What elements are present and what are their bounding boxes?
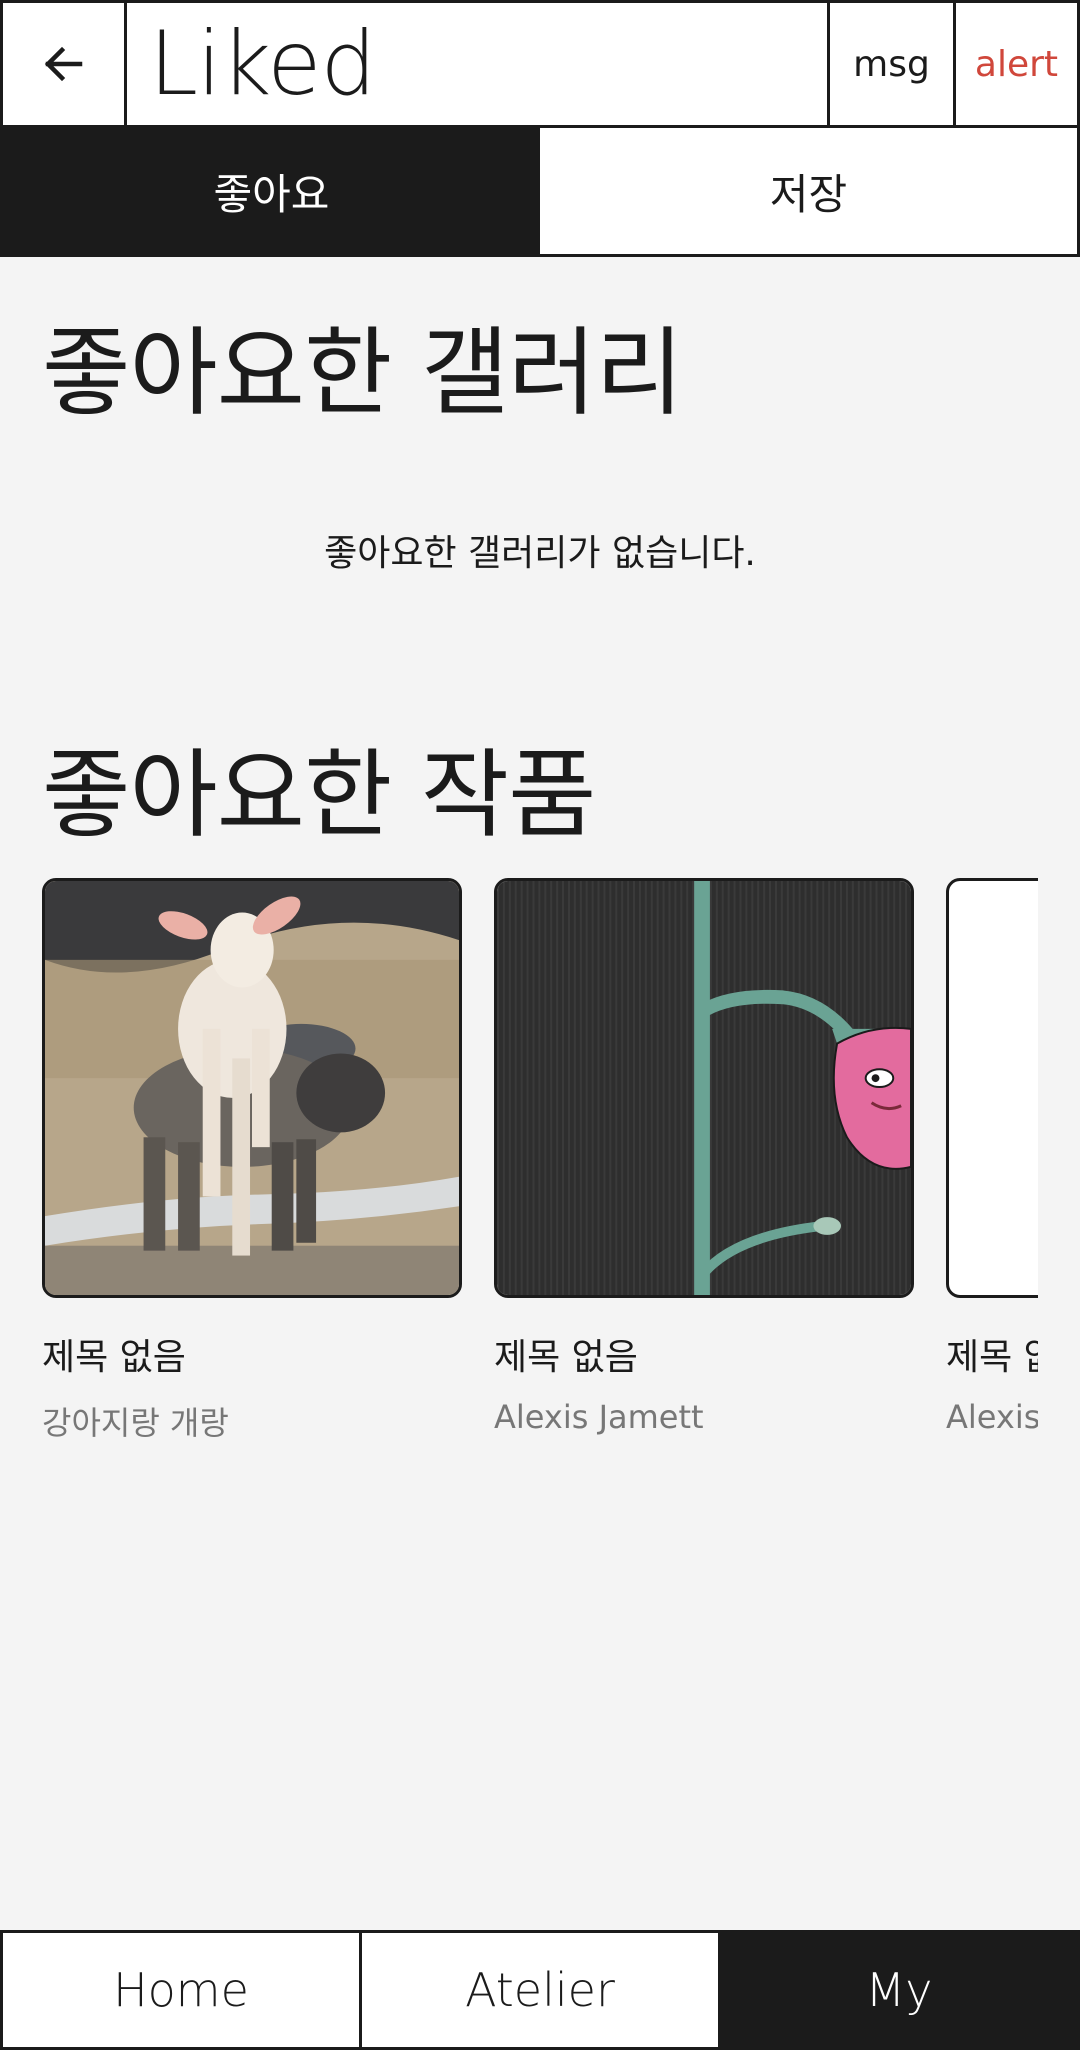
artwork-title: 제목 없음 <box>494 1337 638 1378</box>
artwork-thumbnail-blank[interactable] <box>946 878 1038 1298</box>
back-button[interactable] <box>3 3 127 125</box>
tab-bar: 좋아요 저장 <box>0 125 1080 257</box>
artwork-title: 제목 없음 <box>946 1337 1038 1378</box>
artwork-thumbnail-flower[interactable] <box>494 878 914 1298</box>
page-title-box: Liked <box>127 3 830 125</box>
artwork-author: 강아지랑 개랑 <box>42 1404 229 1438</box>
top-bar: Liked msg alert <box>0 0 1080 128</box>
alerts-button[interactable]: alert <box>956 3 1077 125</box>
artwork-carousel[interactable]: 제목 없음 강아지랑 개랑 제목 없음 Alexis Jamett 제목 Ale… <box>42 878 1038 1438</box>
arrow-left-icon <box>44 46 82 82</box>
nav-atelier[interactable]: Atelier <box>359 1933 718 2047</box>
nav-my[interactable]: My <box>718 1933 1077 2047</box>
tab-liked[interactable]: 좋아요 <box>3 128 540 254</box>
artwork-card[interactable]: 제목 없음 강아지랑 개랑 <box>42 878 462 1438</box>
liked-screen: Liked msg alert 좋아요 저장 좋아요한 갤러리 좋아요한 갤러리… <box>0 0 1080 2050</box>
artwork-title: 제목 없음 <box>42 1337 186 1378</box>
empty-galleries-message: 좋아요한 갤러리가 없습니다. <box>324 533 756 574</box>
page-title: Liked <box>149 12 376 115</box>
artwork-author: Alexis Jamett <box>946 1398 1038 1436</box>
artwork-author: Alexis Jamett <box>494 1398 704 1436</box>
messages-button[interactable]: msg <box>830 3 956 125</box>
artwork-thumbnail-goats[interactable] <box>42 878 462 1298</box>
liked-galleries-heading: 좋아요한 갤러리 <box>42 317 684 429</box>
bottom-navigation: Home Atelier My <box>0 1930 1080 2050</box>
nav-home[interactable]: Home <box>3 1933 359 2047</box>
artwork-card[interactable]: 제목 없음 Alexis Jamett <box>494 878 914 1436</box>
liked-artworks-heading: 좋아요한 작품 <box>42 739 596 851</box>
artwork-card[interactable]: 제목 없음 Alexis Jamett <box>946 878 1038 1436</box>
tab-saved[interactable]: 저장 <box>540 128 1077 254</box>
